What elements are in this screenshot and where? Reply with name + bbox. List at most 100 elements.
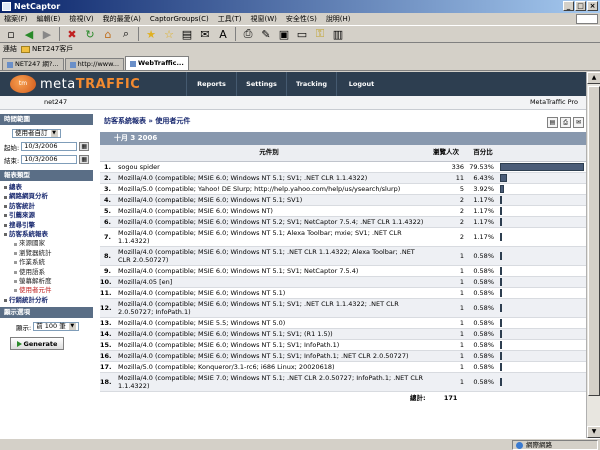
tab-webtraffic[interactable]: WebTraffic... [125,56,189,70]
folder-link[interactable]: NET247客戶 [21,44,73,54]
tab-net247[interactable]: NET247 網?... [2,58,64,70]
row-percent: 0.58% [468,350,498,362]
row-agent: Mozilla/4.0 (compatible; MSIE 6.0; Windo… [114,172,424,184]
email-icon[interactable]: ✉ [573,117,584,128]
menu-file[interactable]: 檔案(F) [4,13,28,25]
menu-security[interactable]: 安全性(S) [286,13,317,25]
maximize-button[interactable]: □ [575,1,586,11]
percent-bar [500,195,502,204]
col-visitors[interactable]: 瀏覽人次 [424,145,468,162]
row-bar-cell [498,227,586,247]
report-item[interactable]: 訪客系統報表 [4,230,93,239]
table-row: 14. Mozilla/4.0 (compatible; MSIE 6.0; Wi… [100,328,586,340]
print-icon[interactable]: ⎙ [240,27,256,42]
menu-view[interactable]: 檢視(V) [69,13,93,25]
row-visitors: 1 [424,287,468,299]
print-icon[interactable]: ⎙ [560,117,571,128]
report-item[interactable]: 總表 [4,183,93,192]
col-percent[interactable]: 百分比 [468,145,498,162]
row-agent: Mozilla/4.0 (compatible; MSIE 6.0; Windo… [114,350,424,362]
nav-tracking[interactable]: Tracking [286,72,336,96]
lock-icon[interactable]: ⚿ [312,27,328,42]
window-icon[interactable]: ▭ [294,27,310,42]
row-index: 2. [100,172,114,184]
add-favorite-icon[interactable]: ☆ [161,27,177,42]
report-subitem[interactable]: 來源國家 [4,239,93,248]
report-item-label: 使用者元件 [19,286,52,295]
menu-help[interactable]: 說明(H) [326,13,351,25]
tab-url[interactable]: http://www... [64,58,125,70]
report-subitem[interactable]: 作業系統 [4,258,93,267]
bullet-icon [14,280,17,284]
calendar-icon[interactable]: ▦ [79,155,90,164]
table-row: 5. Mozilla/4.0 (compatible; MSIE 6.0; Win… [100,205,586,217]
show-count-select[interactable]: 前 100 筆 ▼ [33,322,79,332]
export-icon[interactable]: ▤ [547,117,558,128]
report-item[interactable]: 訪客統計 [4,202,93,211]
nav-reports[interactable]: Reports [186,72,236,96]
row-bar-cell [498,246,586,266]
report-subitem-current[interactable]: 使用者元件 [4,286,93,295]
scroll-down-icon[interactable]: ▼ [587,426,600,438]
scroll-thumb[interactable] [588,86,600,396]
minimize-button[interactable]: _ [563,1,574,11]
report-item[interactable]: 網路網頁分析 [4,192,93,201]
toolbar: ▫ ◀ ▶ ✖ ↻ ⌂ ⌕ ★ ☆ ▤ ✉ A ⎙ ✎ ▣ ▭ ⚿ ▥ [0,25,600,43]
time-period-heading: 時間範圍 [0,114,93,125]
report-date: 十月 3 2006 [100,132,586,145]
site-subheader: net247 MetaTraffic Pro [0,96,586,110]
close-button[interactable]: × [587,1,598,11]
vertical-scrollbar[interactable]: ▲ ▼ [586,72,600,438]
scroll-up-icon[interactable]: ▲ [587,72,600,84]
row-index: 5. [100,205,114,217]
report-subitem[interactable]: 瀏覽器統計 [4,249,93,258]
row-bar-cell [498,317,586,329]
report-item[interactable]: 引薦來源 [4,211,93,220]
chevron-down-icon: ▼ [50,130,58,137]
row-index: 10. [100,276,114,288]
report-item-label: 訪客統計 [9,201,35,210]
nav-logout[interactable]: Logout [336,72,386,96]
table-row: 12. Mozilla/4.0 (compatible; MSIE 6.0; Wi… [100,298,586,318]
report-item[interactable]: 搜尋引擎 [4,221,93,230]
bullet-icon [4,214,7,218]
report-subitem[interactable]: 使用語系 [4,268,93,277]
menu-tools[interactable]: 工具(T) [218,13,242,25]
font-icon[interactable]: A [215,27,231,42]
globe-icon [516,441,523,449]
menu-captorgroups[interactable]: CaptorGroups(C) [150,13,209,25]
start-date-field[interactable]: 10/3/2006 [21,142,78,151]
back-icon[interactable]: ◀ [21,27,37,42]
search-icon[interactable]: ⌕ [118,27,134,42]
row-visitors: 1 [424,350,468,362]
forward-icon[interactable]: ▶ [39,27,55,42]
menu-edit[interactable]: 編輯(E) [37,13,61,25]
logo-word-traffic: TRAFFIC [75,76,141,92]
favorites-icon[interactable]: ★ [143,27,159,42]
row-visitors: 2 [424,205,468,217]
metatraffic-logo[interactable]: tm metaTRAFFIC [10,75,140,93]
table-row: 4. Mozilla/4.0 (compatible; MSIE 6.0; Win… [100,194,586,206]
generate-button[interactable]: Generate [10,337,64,351]
nav-settings[interactable]: Settings [236,72,286,96]
report-item[interactable]: 行銷統計分析 [4,296,93,305]
bullet-icon [4,233,7,237]
range-select[interactable]: 使用者自訂 ▼ [12,129,61,138]
col-agent[interactable]: 元件別 [114,145,424,162]
home-icon[interactable]: ⌂ [100,27,116,42]
refresh-icon[interactable]: ↻ [82,27,98,42]
stop-icon[interactable]: ✖ [64,27,80,42]
page-icon[interactable]: ▣ [276,27,292,42]
mail-icon[interactable]: ✉ [197,27,213,42]
new-icon[interactable]: ▫ [3,27,19,42]
menu-favorites[interactable]: 我的最愛(A) [103,13,141,25]
calendar-icon[interactable]: ▦ [79,142,90,151]
menu-window[interactable]: 視窗(W) [251,13,277,25]
zone-label: 網際網路 [526,441,552,449]
history-icon[interactable]: ▤ [179,27,195,42]
report-subitem[interactable]: 螢幕解析度 [4,277,93,286]
edit-icon[interactable]: ✎ [258,27,274,42]
end-date-field[interactable]: 10/3/2006 [21,155,78,164]
app-icon [2,2,11,11]
panel-icon[interactable]: ▥ [330,27,346,42]
